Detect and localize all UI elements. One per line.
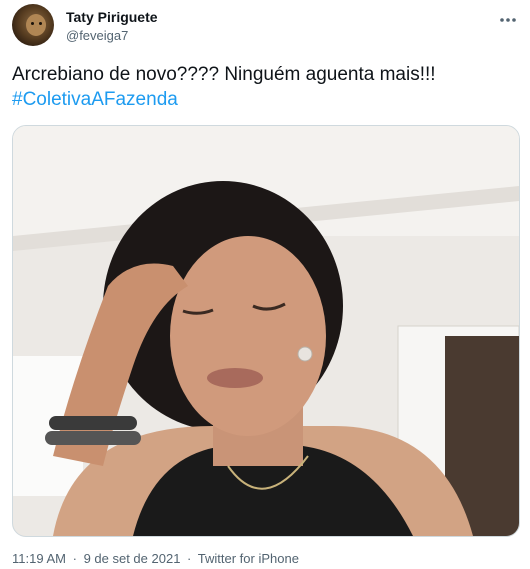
author-handle[interactable]: @feveiga7 [66,28,128,43]
tweet-body: Arcrebiano de novo???? Ninguém aguenta m… [12,64,436,85]
tweet-text: Arcrebiano de novo???? Ninguém aguenta m… [12,62,518,112]
tweet-time[interactable]: 11:19 AM [12,551,66,566]
tweet-footer: 11:19 AM · 9 de set de 2021 · Twitter fo… [12,551,302,566]
tweet-header: Taty Piriguete @feveiga7 [12,4,518,50]
tweet-photo[interactable] [12,125,520,537]
footer-separator: · [72,551,77,566]
photo-illustration [13,126,519,536]
hashtag-link[interactable]: #ColetivaAFazenda [12,87,518,112]
tweet-date[interactable]: 9 de set de 2021 [84,551,181,566]
more-options-icon[interactable] [498,10,518,30]
tweet-source[interactable]: Twitter for iPhone [198,551,299,566]
footer-separator: · [187,551,192,566]
avatar[interactable] [12,4,54,46]
author-name[interactable]: Taty Piriguete [66,9,158,25]
